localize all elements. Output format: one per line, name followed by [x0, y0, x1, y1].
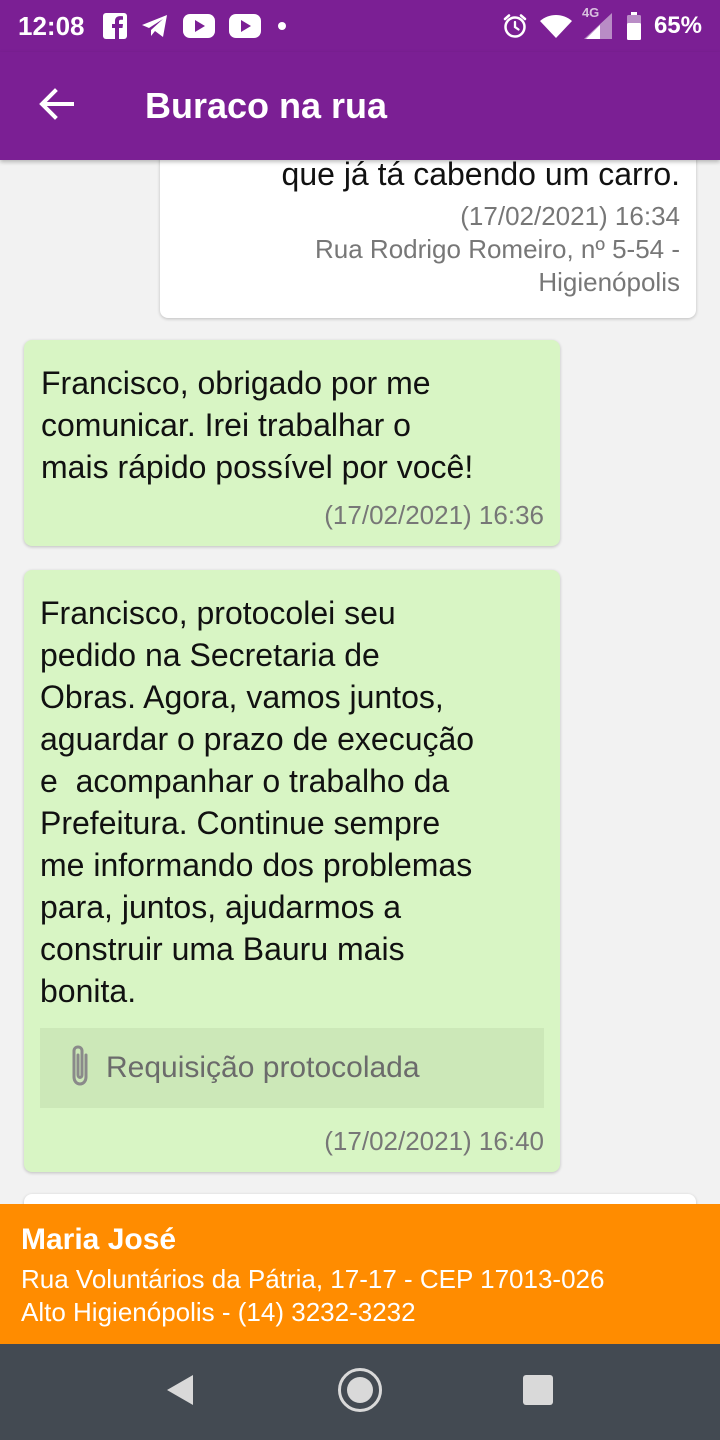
paperclip-icon [66, 1043, 94, 1094]
message-timestamp: (17/02/2021) 16:34 [460, 201, 680, 231]
message-text: Francisco, protocolei seu pedido na Secr… [40, 595, 475, 1009]
notification-icons [102, 13, 289, 39]
message-outgoing[interactable]: que já tá cabendo um carro. (17/02/2021)… [160, 160, 696, 318]
battery-icon [626, 12, 642, 40]
message-location: Rua Rodrigo Romeiro, nº 5-54 - [315, 234, 680, 264]
telegram-icon [141, 14, 169, 38]
signal-icon: 4G [582, 5, 614, 39]
page-title: Buraco na rua [145, 85, 388, 126]
attachment[interactable]: Requisição protocolada [40, 1028, 544, 1108]
network-type-label: 4G [581, 5, 600, 20]
attachment-label: Requisição protocolada [106, 1051, 420, 1084]
alarm-icon [502, 13, 528, 39]
message-location: Higienópolis [538, 267, 680, 297]
app-screen: 12:08 4G 65% Buraco na rua que já tá cab… [0, 0, 720, 1440]
contact-address-phone: Alto Higienópolis - (14) 3232-3232 [21, 1297, 416, 1327]
message-incoming[interactable]: Francisco, protocolei seu pedido na Secr… [24, 570, 560, 1172]
contact-address: Rua Voluntários da Pátria, 17-17 - CEP 1… [21, 1264, 605, 1294]
contact-name: Maria José [21, 1223, 177, 1256]
status-bar: 12:08 4G 65% [0, 0, 720, 52]
message-outgoing[interactable] [24, 1194, 696, 1204]
app-bar: Buraco na rua [0, 52, 720, 160]
status-time: 12:08 [18, 10, 85, 41]
contact-card[interactable]: Maria José Rua Voluntários da Pátria, 17… [0, 1204, 720, 1344]
back-triangle-icon [164, 1373, 196, 1412]
message-text: que já tá cabendo um carro. [281, 160, 680, 192]
system-icons: 4G 65% [502, 5, 702, 40]
youtube-icon [228, 14, 261, 38]
message-incoming[interactable]: Francisco, obrigado por me comunicar. Ir… [24, 340, 560, 546]
nav-home-button[interactable] [312, 1344, 408, 1440]
facebook-icon [102, 13, 127, 39]
nav-recents-button[interactable] [490, 1344, 586, 1440]
arrow-left-icon [38, 87, 74, 125]
message-text: Francisco, obrigado por me comunicar. Ir… [41, 365, 474, 485]
nav-back-button[interactable] [132, 1344, 228, 1440]
battery-percent: 65% [653, 12, 702, 39]
chat-list[interactable]: que já tá cabendo um carro. (17/02/2021)… [0, 160, 720, 1204]
system-nav-bar [0, 1344, 720, 1440]
youtube-icon [182, 14, 215, 38]
dot-icon [275, 19, 289, 33]
recents-square-icon [522, 1374, 554, 1411]
back-button[interactable] [0, 52, 112, 160]
message-timestamp: (17/02/2021) 16:40 [324, 1126, 544, 1156]
message-timestamp: (17/02/2021) 16:36 [324, 500, 544, 530]
wifi-icon [539, 14, 572, 38]
home-circle-icon [337, 1367, 383, 1418]
